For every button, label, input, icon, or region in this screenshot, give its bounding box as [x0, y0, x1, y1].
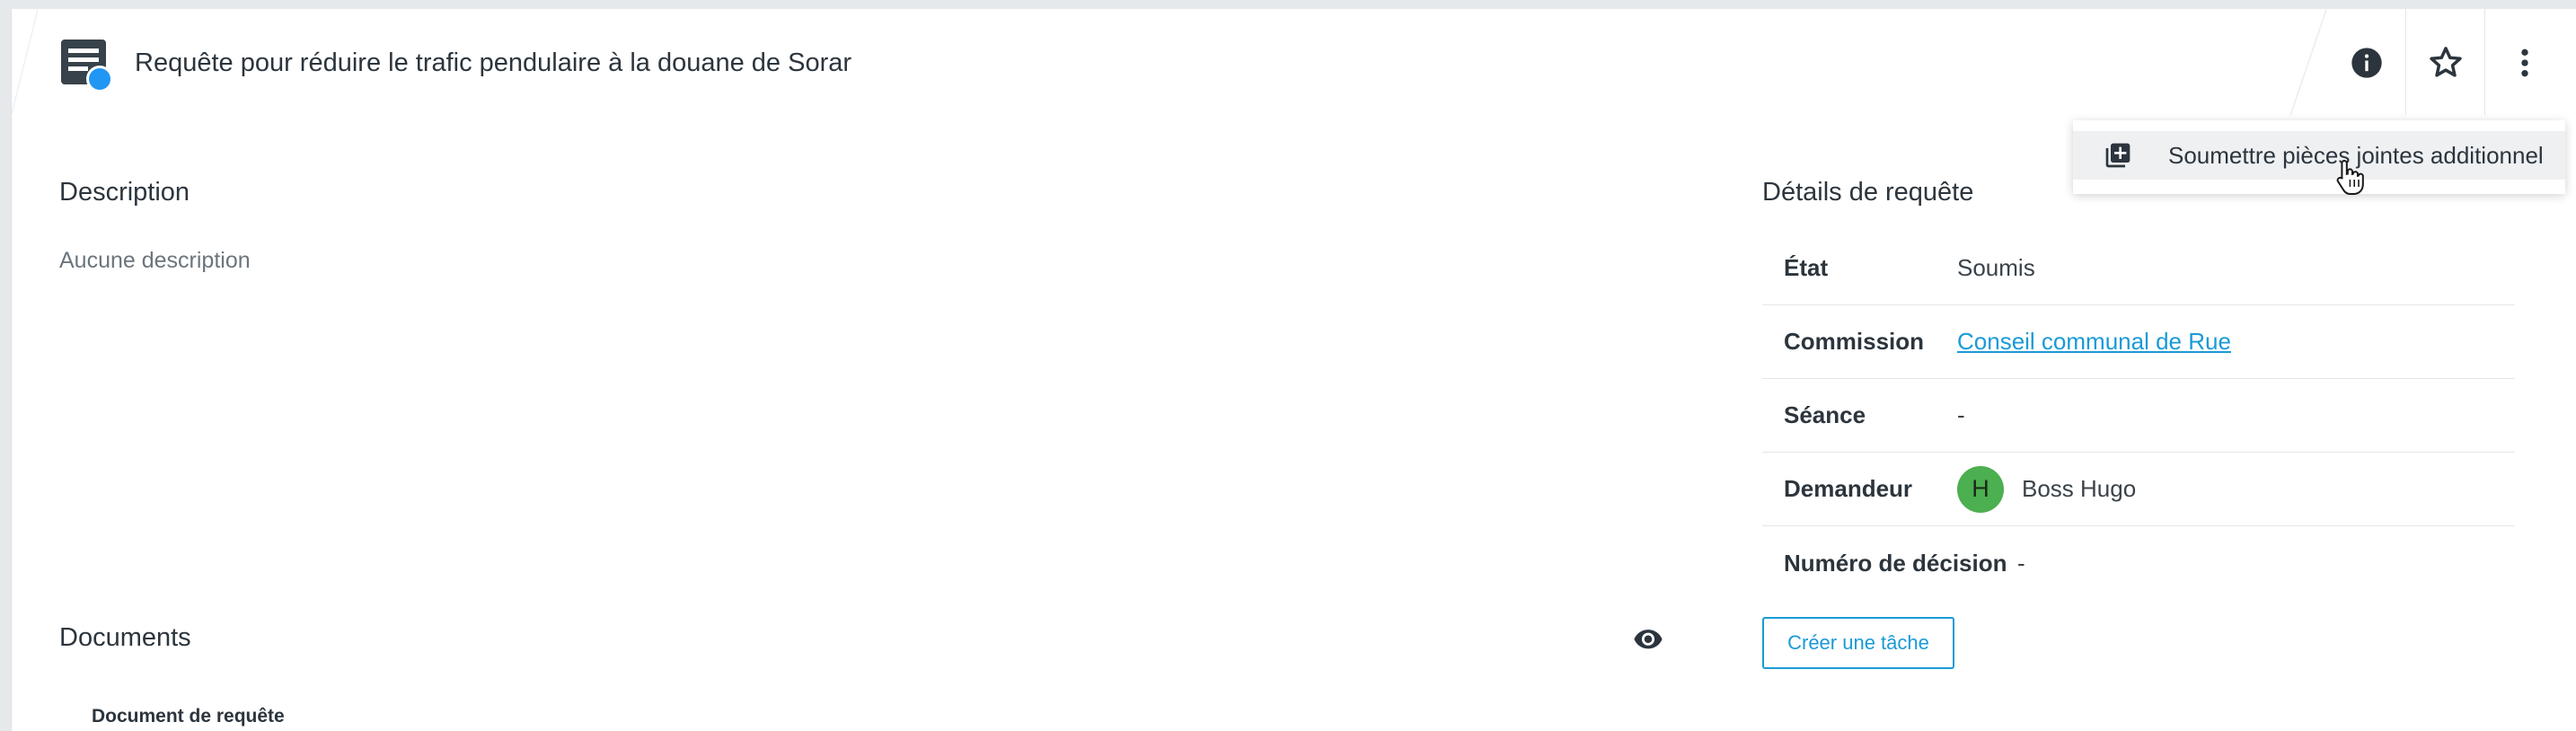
- description-title: Description: [59, 178, 190, 207]
- header-divider: [2484, 9, 2485, 115]
- session-value: -: [1957, 401, 1965, 428]
- details-row-session: Séance -: [1762, 379, 2515, 453]
- info-icon: [2351, 48, 2382, 78]
- request-document-icon: [59, 36, 113, 93]
- details-row-applicant: Demandeur H Boss Hugo: [1762, 453, 2515, 526]
- star-icon: [2430, 47, 2462, 77]
- add-attachment-icon: [2105, 143, 2130, 168]
- details-label: État: [1784, 254, 1829, 281]
- details-title: Détails de requête: [1762, 178, 1974, 207]
- preview-toggle-button[interactable]: [1633, 623, 1663, 654]
- header-corner-decoration: [11, 9, 38, 117]
- eye-icon: [1634, 630, 1663, 649]
- details-label: Demandeur: [1784, 475, 1913, 502]
- applicant-name: Boss Hugo: [2022, 475, 2137, 502]
- commission-link[interactable]: Conseil communal de Rue: [1957, 328, 2231, 356]
- details-label: Séance: [1784, 401, 1866, 428]
- more-options-button[interactable]: [2493, 29, 2556, 97]
- decision-number-value: -: [2017, 549, 2025, 577]
- favorite-button[interactable]: [2414, 29, 2477, 97]
- details-label: Commission: [1784, 328, 1925, 355]
- avatar: H: [1957, 465, 2004, 513]
- documents-subtitle: Document de requête: [92, 706, 285, 727]
- info-button[interactable]: [2335, 29, 2398, 97]
- details-row-state: État Soumis: [1762, 232, 2515, 305]
- details-table: État Soumis Commission Conseil communal …: [1762, 232, 2515, 600]
- documents-title: Documents: [59, 623, 191, 652]
- description-empty-text: Aucune description: [59, 248, 251, 273]
- create-task-button[interactable]: Créer une tâche: [1762, 617, 1954, 669]
- page-title: Requête pour réduire le trafic pendulair…: [135, 48, 852, 77]
- details-row-commission: Commission Conseil communal de Rue: [1762, 305, 2515, 379]
- header-divider: [2405, 9, 2406, 115]
- details-label: Numéro de décision: [1784, 549, 2007, 577]
- hand-cursor-icon: [2335, 158, 2366, 196]
- details-row-decision-number: Numéro de décision -: [1762, 526, 2515, 600]
- more-vertical-icon: [2521, 48, 2528, 77]
- options-dropdown-menu: Soumettre pièces jointes additionnel: [2073, 120, 2565, 194]
- status-value: Soumis: [1957, 254, 2035, 281]
- menu-item-submit-attachments[interactable]: Soumettre pièces jointes additionnel: [2073, 131, 2565, 180]
- header-divider: [2290, 9, 2326, 115]
